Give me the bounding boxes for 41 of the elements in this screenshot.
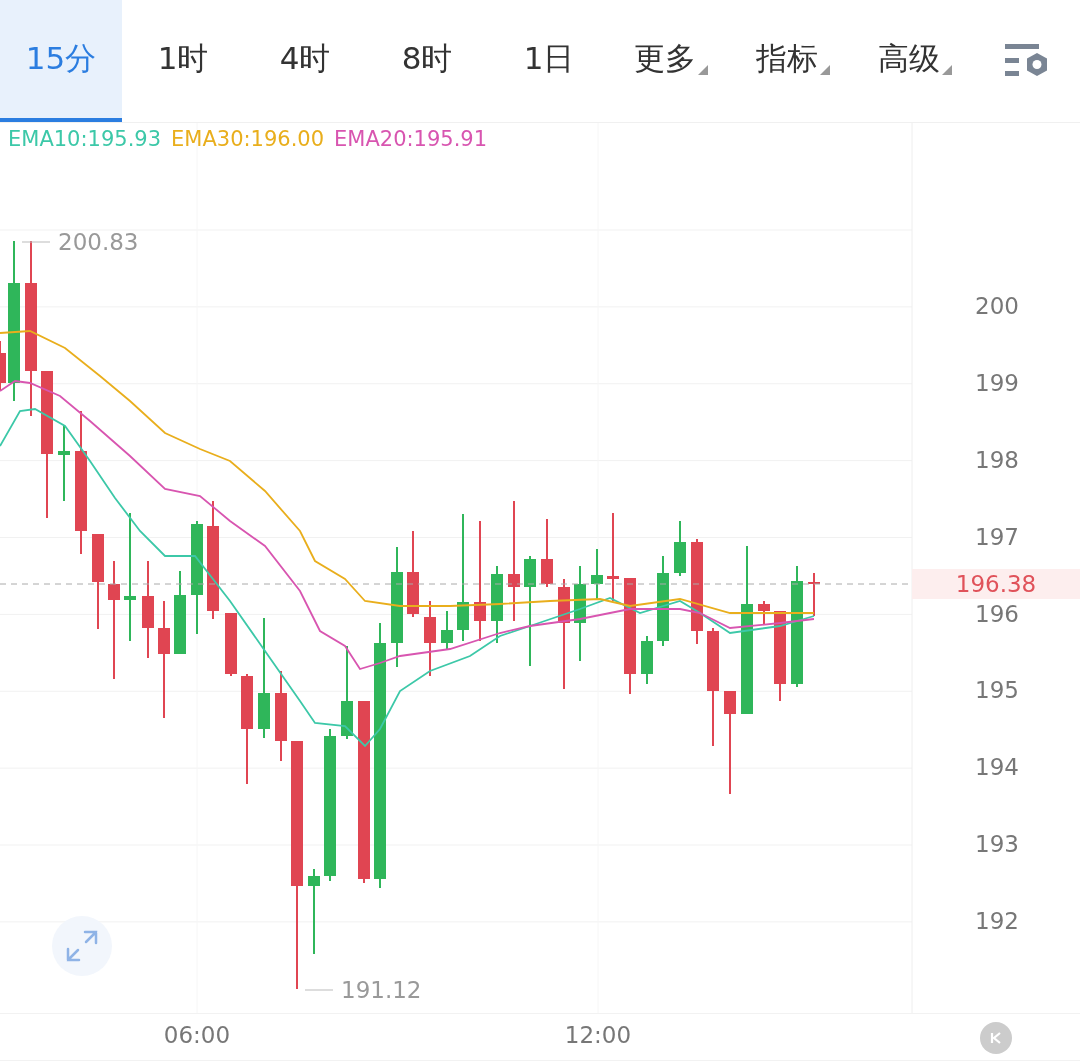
price-axis-label: 199 xyxy=(975,369,1019,396)
timeframe-tab[interactable]: 更多 xyxy=(610,0,732,122)
candlestick xyxy=(0,340,6,392)
candlestick xyxy=(758,600,770,625)
timeframe-tab[interactable]: 8时 xyxy=(366,0,488,122)
price-axis-label: 192 xyxy=(975,908,1019,934)
candlestick xyxy=(225,612,237,677)
high-price-label: 200.83 xyxy=(58,229,139,255)
price-axis-label: 196 xyxy=(975,600,1019,627)
dropdown-icon xyxy=(942,65,952,75)
price-axis-label: 198 xyxy=(975,446,1019,473)
last-price-tag: 196.38 xyxy=(912,569,1080,599)
timeframe-tab[interactable]: 高级 xyxy=(854,0,976,122)
timeframe-tab[interactable]: 指标 xyxy=(732,0,854,122)
timeframe-tab[interactable]: 15分 xyxy=(0,0,122,122)
time-axis-label: 06:00 xyxy=(163,1022,231,1048)
candlestick xyxy=(674,520,686,577)
price-axis-label: 197 xyxy=(975,523,1019,550)
candlestick xyxy=(808,572,820,617)
leader-line xyxy=(304,989,334,991)
price-axis-label: 200 xyxy=(975,293,1019,319)
leader-line xyxy=(21,241,51,243)
candlestick xyxy=(541,518,553,588)
dropdown-icon xyxy=(698,65,708,75)
price-axis-label: 194 xyxy=(975,754,1019,781)
dropdown-icon xyxy=(820,65,830,75)
expand-icon xyxy=(64,928,100,964)
timeframe-tab[interactable]: 1时 xyxy=(122,0,244,122)
ema-legend-label: EMA20:195.91 xyxy=(334,127,488,151)
timeframe-tab[interactable]: 4时 xyxy=(244,0,366,122)
candlestick xyxy=(641,635,653,685)
ema-legend-label: EMA10:195.93 xyxy=(8,127,162,151)
candlestick xyxy=(441,610,453,650)
price-axis-label: 195 xyxy=(975,677,1019,704)
candlestick xyxy=(591,548,603,600)
time-axis-label: 12:00 xyxy=(564,1022,632,1048)
scroll-to-latest-button[interactable] xyxy=(980,1022,1012,1054)
price-axis-label: 193 xyxy=(975,831,1019,858)
timeframe-tab[interactable]: 1日 xyxy=(488,0,610,122)
ema-legend-label: EMA30:196.00 xyxy=(171,127,325,151)
low-price-label: 191.12 xyxy=(341,977,422,1003)
